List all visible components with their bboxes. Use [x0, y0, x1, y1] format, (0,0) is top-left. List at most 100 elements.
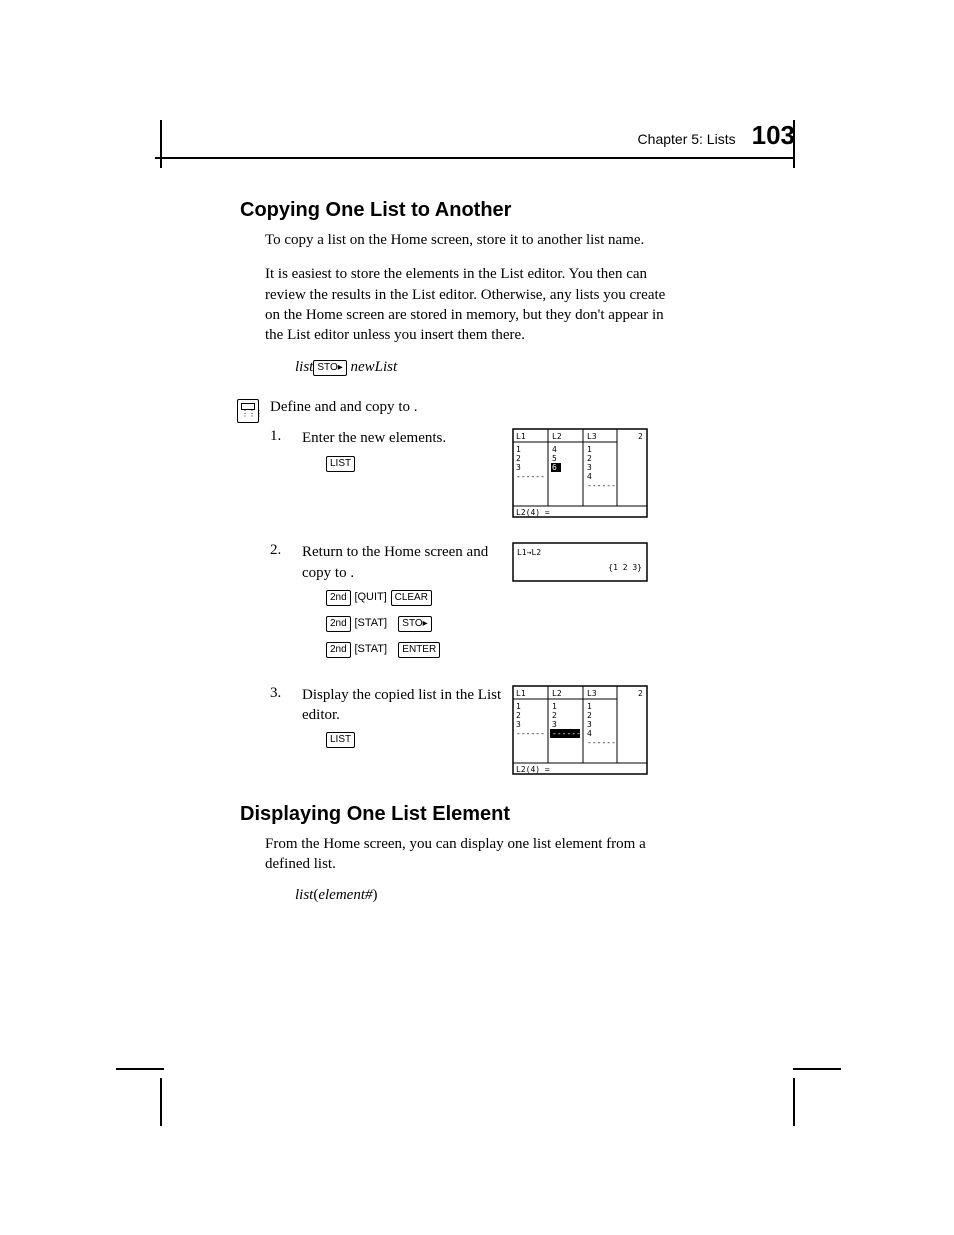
- clear-key-icon: CLEAR: [391, 590, 432, 606]
- element-arg: element#: [318, 887, 372, 903]
- step: 2. Return to the Home screen and copy to…: [270, 542, 795, 661]
- list-key-icon: LIST: [326, 732, 355, 748]
- page-header: Chapter 5: Lists 103: [155, 120, 795, 159]
- key-row: 2nd [STAT] STO▸: [326, 611, 507, 635]
- cell: 2: [587, 711, 592, 720]
- key-row: LIST: [326, 727, 507, 751]
- key-row: 2nd [QUIT] CLEAR: [326, 585, 507, 609]
- sto-key-icon: STO▸: [398, 616, 431, 632]
- step-text: Enter the new elements. LIST: [302, 428, 507, 518]
- col-header: L1: [516, 689, 526, 698]
- page-content: Chapter 5: Lists 103 Copying One List to…: [155, 120, 795, 921]
- stat-label: [STAT]: [354, 617, 387, 629]
- cell: 4: [552, 445, 557, 454]
- chapter-label: Chapter 5: Lists: [638, 131, 736, 147]
- cell: 3: [587, 720, 592, 729]
- second-key-icon: 2nd: [326, 616, 351, 632]
- text: .: [350, 565, 354, 581]
- paragraph: From the Home screen, you can display on…: [265, 834, 675, 875]
- enter-key-icon: ENTER: [398, 642, 440, 658]
- syntax-line: list(element#): [295, 888, 795, 903]
- cell: 4: [587, 729, 592, 738]
- syntax-line: listSTO▸ newList: [295, 359, 795, 377]
- crop-mark: [160, 1078, 162, 1126]
- step: 3. Display the copied list in the List e…: [270, 685, 795, 775]
- cell: 3: [552, 720, 557, 729]
- syntax-list: list: [295, 887, 313, 903]
- text: element#: [318, 887, 372, 903]
- calculator-icon: [237, 399, 259, 423]
- dashes: ------: [516, 729, 545, 738]
- text: and: [315, 399, 340, 415]
- step-text: Return to the Home screen and copy to . …: [302, 542, 507, 661]
- status-line: L2(4) =: [516, 508, 550, 517]
- cell: 2: [587, 454, 592, 463]
- second-key-icon: 2nd: [326, 642, 351, 658]
- second-key-icon: 2nd: [326, 590, 351, 606]
- step: 1. Enter the new elements. LIST: [270, 428, 795, 518]
- close-paren: ): [372, 887, 377, 903]
- col-header: 2: [638, 689, 643, 698]
- text: STAT: [358, 643, 384, 655]
- step-list: 1. Enter the new elements. LIST: [270, 428, 795, 775]
- list-key-icon: LIST: [326, 456, 355, 472]
- example-block: Define and and copy to . 1. Enter the ne…: [155, 399, 795, 775]
- calculator-screenshot: L1 L2 L3 2 1 2 3 ------ 1 2 3: [512, 685, 648, 775]
- cell: 5: [552, 454, 557, 463]
- text: Return to the Home screen and copy: [302, 544, 488, 580]
- paragraph: It is easiest to store the elements in t…: [265, 264, 675, 345]
- cell: 3: [516, 720, 521, 729]
- step-number: 3.: [270, 685, 302, 775]
- section-title-displaying: Displaying One List Element: [240, 803, 795, 826]
- crop-mark: [116, 1068, 164, 1070]
- text: to: [398, 399, 413, 415]
- step-number: 2.: [270, 542, 302, 661]
- col-header: L2: [552, 689, 562, 698]
- section-title-copying: Copying One List to Another: [240, 199, 795, 222]
- page-number: 103: [752, 120, 795, 150]
- cell: 1: [552, 702, 557, 711]
- dashes: ------: [516, 472, 545, 481]
- cell: 1: [587, 445, 592, 454]
- cell: 3: [516, 463, 521, 472]
- cell: 2: [516, 711, 521, 720]
- key-row: LIST: [326, 451, 507, 475]
- dashes: ------: [587, 481, 616, 490]
- text: .: [414, 399, 418, 415]
- cell: 4: [587, 472, 592, 481]
- stat-label: [STAT]: [354, 643, 387, 655]
- col-header: L2: [552, 432, 562, 441]
- sto-key-icon: STO▸: [313, 360, 346, 376]
- calculator-screenshot: L1 L2 L3 2 1 2 3 ------ 4 5 6: [512, 428, 648, 518]
- syntax-list: list: [295, 359, 313, 375]
- text: to: [335, 565, 350, 581]
- col-header: L3: [587, 432, 597, 441]
- col-header: L3: [587, 689, 597, 698]
- text: and copy: [340, 399, 398, 415]
- cell: 1: [516, 445, 521, 454]
- status-line: L2(4) =: [516, 765, 550, 774]
- col-header: L1: [516, 432, 526, 441]
- cell: 2: [552, 711, 557, 720]
- cell: 3: [587, 463, 592, 472]
- syntax-newlist: newList: [347, 359, 397, 375]
- example-intro: Define and and copy to .: [270, 399, 795, 416]
- cell: 2: [516, 454, 521, 463]
- dashes: ------: [587, 738, 616, 747]
- result: {1 2 3}: [608, 563, 642, 572]
- text: Display the copied list in the List edit…: [302, 687, 501, 723]
- cell: 1: [587, 702, 592, 711]
- text: Define: [270, 399, 315, 415]
- crop-mark: [793, 1078, 795, 1126]
- crop-mark: [793, 1068, 841, 1070]
- text: Enter the new elements.: [302, 430, 446, 446]
- step-text: Display the copied list in the List edit…: [302, 685, 507, 775]
- text: QUIT: [358, 591, 384, 603]
- dashes: ------: [552, 729, 581, 738]
- expression: L1→L2: [517, 548, 541, 557]
- col-header: 2: [638, 432, 643, 441]
- calculator-screenshot: L1→L2 {1 2 3}: [512, 542, 648, 661]
- quit-label: [QUIT]: [354, 591, 386, 603]
- key-row: 2nd [STAT] ENTER: [326, 637, 507, 661]
- cell: 6: [552, 463, 557, 472]
